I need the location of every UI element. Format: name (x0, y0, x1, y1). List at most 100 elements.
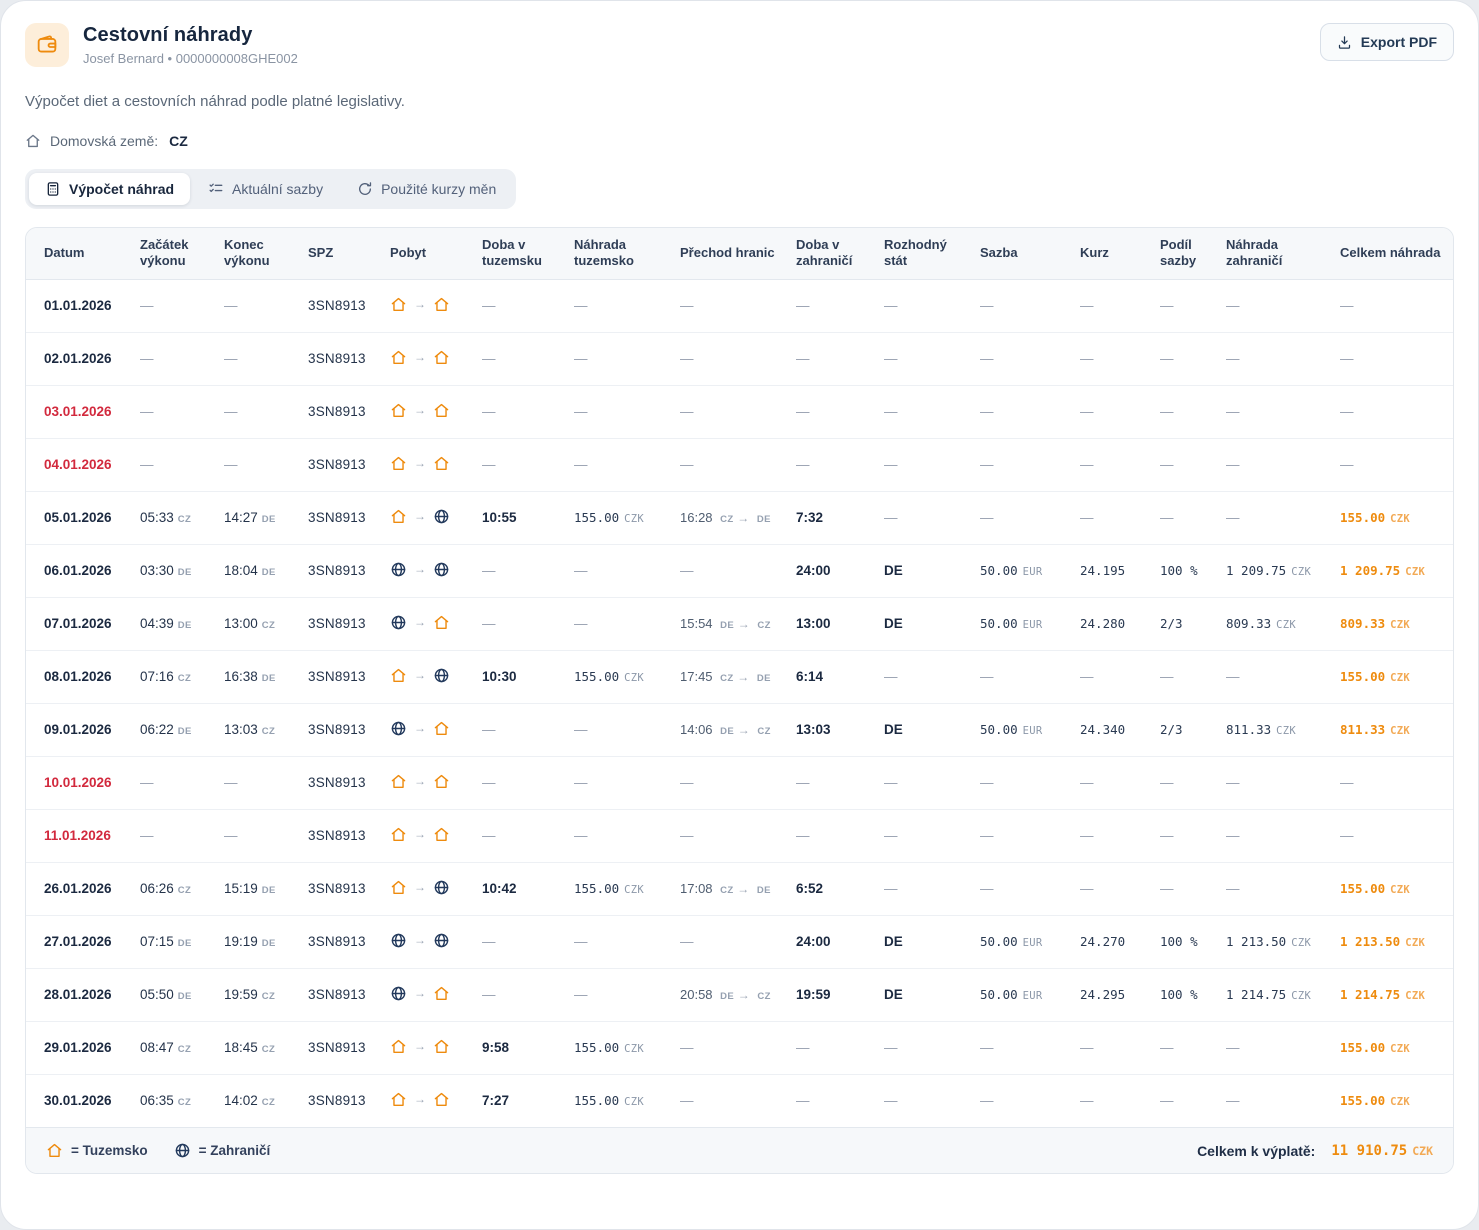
tab-pouzite-kurzy[interactable]: Použité kurzy měn (341, 173, 512, 205)
empty-value: — (1080, 775, 1094, 790)
cell-end-time: 18:45CZ (216, 1021, 300, 1074)
column-header: Rozhodný stát (876, 228, 972, 279)
empty-value: — (1226, 1040, 1240, 1055)
cell-abroad-compensation: 811.33CZK (1218, 703, 1332, 756)
cell-domestic-compensation: — (566, 703, 672, 756)
globe-icon (433, 667, 450, 684)
export-pdf-button[interactable]: Export PDF (1320, 23, 1454, 61)
time-value: 19:59CZ (224, 987, 275, 1002)
time-value: 05:50DE (140, 987, 192, 1002)
cell-exchange-rate: 24.270 (1072, 915, 1152, 968)
stay-icons: → (390, 614, 450, 631)
cell-exchange-rate: — (1072, 862, 1152, 915)
table-row: 03.01.2026——3SN8913→—————————— (26, 385, 1454, 438)
time-value: 05:33CZ (140, 510, 191, 525)
cell-domestic-duration: — (474, 968, 566, 1021)
empty-value: — (1160, 404, 1174, 419)
cell-end-time: 14:02CZ (216, 1074, 300, 1127)
allowances-table-card: DatumZačátek výkonuKonec výkonuSPZPobytD… (25, 227, 1454, 1174)
empty-value: — (1226, 457, 1240, 472)
empty-value: — (980, 510, 994, 525)
empty-value: — (574, 616, 588, 631)
cell-domestic-duration: 10:42 (474, 862, 566, 915)
cell-rate-share: — (1152, 332, 1218, 385)
empty-value: — (1226, 404, 1240, 419)
empty-value: — (1080, 669, 1094, 684)
tab-aktualni-sazby[interactable]: Aktuální sazby (192, 173, 339, 205)
table-row: 30.01.202606:35CZ14:02CZ3SN8913→7:27155.… (26, 1074, 1454, 1127)
table-row: 01.01.2026——3SN8913→—————————— (26, 279, 1454, 332)
duration-value: 13:03 (796, 722, 831, 737)
legend: = Tuzemsko = Zahraničí (46, 1142, 270, 1159)
cell-abroad-duration: 24:00 (788, 544, 876, 597)
cell-end-time: — (216, 332, 300, 385)
cell-abroad-duration: — (788, 1074, 876, 1127)
cell-exchange-rate: 24.340 (1072, 703, 1152, 756)
cell-spz: 3SN8913 (300, 968, 382, 1021)
arrow-icon: → (414, 827, 426, 841)
cell-exchange-rate: — (1072, 491, 1152, 544)
arrow-icon: → (737, 511, 749, 525)
arrow-icon: → (414, 1092, 426, 1106)
house-icon (390, 879, 407, 896)
cell-exchange-rate: — (1072, 1021, 1152, 1074)
export-pdf-label: Export PDF (1361, 34, 1437, 50)
empty-value: — (574, 457, 588, 472)
border-crossing: 14:06 DE → CZ (680, 722, 771, 737)
cell-end-time: 16:38DE (216, 650, 300, 703)
cell-decisive-state: DE (876, 597, 972, 650)
amount: 155.00CZK (1340, 1093, 1410, 1108)
empty-value: — (796, 351, 810, 366)
cell-domestic-compensation: — (566, 544, 672, 597)
globe-icon (433, 508, 450, 525)
duration-value: 7:32 (796, 510, 823, 525)
empty-value: — (980, 1093, 994, 1108)
cell-spz: 3SN8913 (300, 862, 382, 915)
amount: 809.33CZK (1226, 616, 1296, 631)
empty-value: — (224, 775, 238, 790)
empty-value: — (980, 404, 994, 419)
empty-value: — (574, 987, 588, 1002)
empty-value: — (224, 298, 238, 313)
title-block: Cestovní náhrady Josef Bernard • 0000000… (25, 23, 298, 67)
date-value: 11.01.2026 (44, 828, 111, 843)
home-country-value: CZ (169, 133, 188, 149)
empty-value: — (980, 828, 994, 843)
legend-domestic: = Tuzemsko (46, 1142, 148, 1159)
empty-value: — (796, 457, 810, 472)
stay-icons: → (390, 1091, 450, 1108)
license-plate: 3SN8913 (308, 1040, 366, 1055)
cell-rate-share: 2/3 (1152, 703, 1218, 756)
house-icon (390, 1091, 407, 1108)
empty-value: — (884, 457, 898, 472)
empty-value: — (1340, 457, 1354, 472)
duration-value: 19:59 (796, 987, 831, 1002)
empty-value: — (680, 351, 694, 366)
empty-value: — (1226, 775, 1240, 790)
cell-date: 10.01.2026 (26, 756, 132, 809)
amount: 1 209.75CZK (1226, 563, 1311, 578)
table-row: 28.01.202605:50DE19:59CZ3SN8913→——20:58 … (26, 968, 1454, 1021)
exchange-rate-value: 24.340 (1080, 722, 1125, 737)
empty-value: — (680, 775, 694, 790)
cell-decisive-state: — (876, 385, 972, 438)
empty-value: — (574, 404, 588, 419)
empty-value: — (1080, 404, 1094, 419)
cell-total-compensation: — (1332, 756, 1454, 809)
time-value: 06:35CZ (140, 1093, 191, 1108)
cell-rate-share: 100 % (1152, 915, 1218, 968)
arrow-icon: → (738, 723, 750, 737)
license-plate: 3SN8913 (308, 881, 366, 896)
stay-icons: → (390, 667, 450, 684)
empty-value: — (224, 828, 238, 843)
cell-domestic-duration: 7:27 (474, 1074, 566, 1127)
tab-vypocet-nahrad[interactable]: Výpočet náhrad (29, 173, 190, 205)
cell-domestic-duration: — (474, 332, 566, 385)
cell-exchange-rate: 24.295 (1072, 968, 1152, 1021)
amount: 50.00EUR (980, 987, 1043, 1002)
house-icon (433, 985, 450, 1002)
cell-date: 09.01.2026 (26, 703, 132, 756)
state-value: DE (884, 987, 903, 1002)
cell-start-time: 06:26CZ (132, 862, 216, 915)
empty-value: — (224, 404, 238, 419)
